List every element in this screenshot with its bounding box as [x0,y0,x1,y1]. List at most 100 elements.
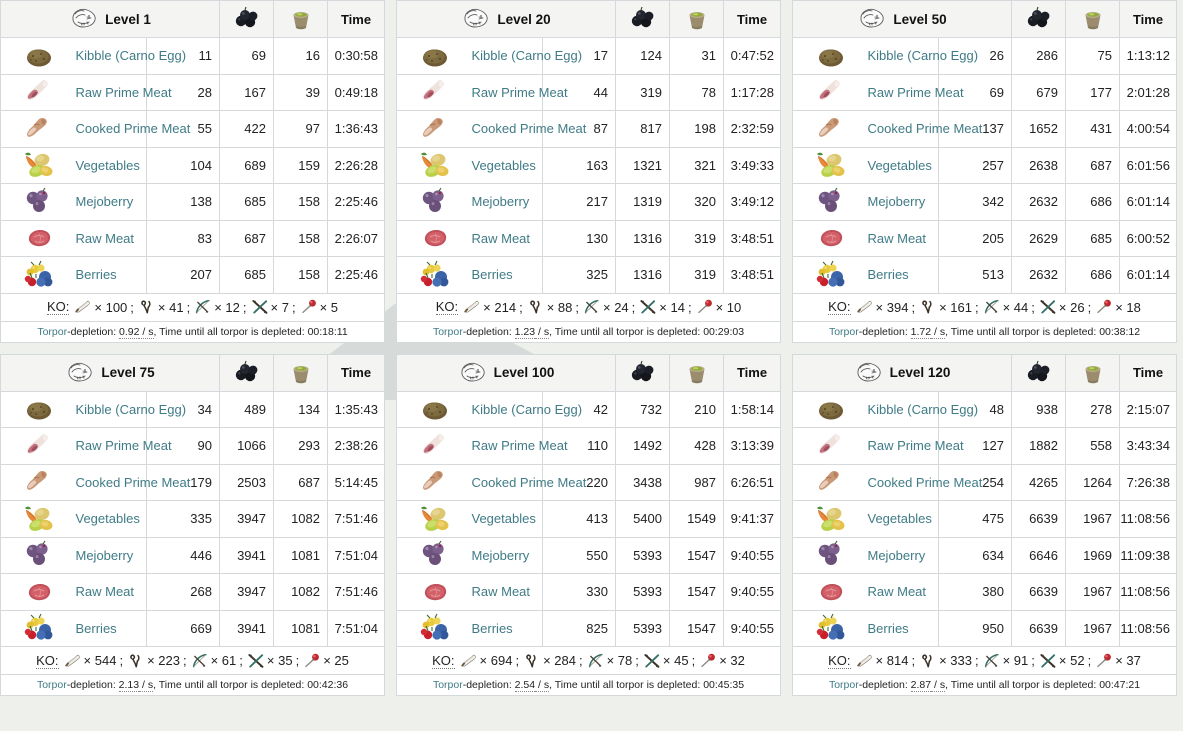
table-row: Mejoberry 550 5393 1547 9:40:55 [396,536,781,574]
torpor-rate-unit: / s [535,679,550,692]
food-name-link[interactable]: Mejoberry [469,183,543,221]
food-name-link[interactable]: Raw Prime Meat [469,73,568,111]
vegetables-icon [816,152,845,178]
food-name-link[interactable]: Mejoberry [73,536,147,574]
food-name-link[interactable]: Mejoberry [469,536,543,574]
table-row: Vegetables 257 2638 687 6:01:56 [792,146,1177,184]
torpor-depleted-label: , Time until all torpor is depleted: [549,325,704,338]
narcoberry-amount-cell: 2638 [1011,146,1066,184]
food-name-link[interactable]: Raw Meat [865,219,939,257]
cooked-prime-meat-icon [818,117,839,137]
food-icon-cell [0,146,74,184]
food-amount-cell: 825 [542,609,616,647]
ko-weapon-count: × 10 [715,299,742,315]
table-row: Raw Prime Meat 28 167 39 0:49:18 [0,73,385,111]
food-name-link[interactable]: Raw Meat [73,573,147,611]
food-name-link[interactable]: Mejoberry [865,183,939,221]
torpor-link[interactable]: Torpor [829,679,859,691]
narcotic-amount-cell: 97 [273,110,328,148]
food-name-link[interactable]: Kibble (Carno Egg) [469,37,582,75]
food-name-link[interactable]: Kibble (Carno Egg) [469,390,582,428]
food-name-link[interactable]: Berries [865,609,939,647]
torpor-row: Torpor-depletion: 1.23 / s, Time until a… [396,320,781,343]
narcoberry-amount-cell: 817 [615,110,670,148]
food-icon-cell [396,609,470,647]
food-name-link[interactable]: Vegetables [865,500,939,538]
food-name-link[interactable]: Raw Meat [469,573,543,611]
food-icon-cell [0,73,74,111]
food-name-link[interactable]: Raw Prime Meat [469,427,568,465]
ko-weapon-entry: × 88 [527,299,572,315]
food-name-link[interactable]: Kibble (Carno Egg) [865,390,978,428]
taming-time-cell: 2:38:26 [327,427,385,465]
ko-weapon-count: × 7 [270,299,289,315]
cooked-prime-meat-icon [26,117,47,137]
food-name-link[interactable]: Vegetables [73,146,147,184]
food-name-link[interactable]: Berries [73,256,147,294]
torpor-link[interactable]: Torpor [37,326,67,338]
food-name-link[interactable]: Berries [865,256,939,294]
narcotic-amount-cell: 319 [669,256,724,294]
taming-time-cell: 5:14:45 [327,463,385,501]
food-name-link[interactable]: Raw Meat [865,573,939,611]
food-name-link[interactable]: Cooked Prime Meat [469,463,586,501]
ko-separator: ; [1087,299,1092,315]
food-name-link[interactable]: Cooked Prime Meat [469,110,586,148]
torpor-row: Torpor-depletion: 1.72 / s, Time until a… [792,320,1177,343]
table-row: Raw Meat 205 2629 685 6:00:52 [792,219,1177,257]
food-name-link[interactable]: Raw Prime Meat [865,427,964,465]
table-row: Mejoberry 446 3941 1081 7:51:04 [0,536,385,574]
torpor-link[interactable]: Torpor [37,679,67,691]
torpor-depletion-label: -depletion: [67,325,120,338]
food-name-link[interactable]: Berries [469,256,543,294]
food-name-link[interactable]: Raw Prime Meat [73,73,172,111]
torpor-link[interactable]: Torpor [433,326,463,338]
cooked-prime-meat-icon [818,471,839,491]
raw-prime-meat-icon [422,80,444,101]
dino-head-icon [464,8,488,28]
torpor-link[interactable]: Torpor [433,679,463,691]
slingshot-icon [529,300,540,314]
food-name-link[interactable]: Vegetables [469,500,543,538]
narcoberry-amount-cell: 1492 [615,427,670,465]
food-name-link[interactable]: Kibble (Carno Egg) [73,37,186,75]
food-icon-cell [0,573,74,611]
food-name-link[interactable]: Cooked Prime Meat [73,463,190,501]
time-column-header: Time [723,353,781,392]
food-name-link[interactable]: Vegetables [469,146,543,184]
food-name-link[interactable]: Raw Meat [469,219,543,257]
narcoberry-amount-cell: 6646 [1011,536,1066,574]
level-header: Level 100 [396,353,616,392]
food-amount-cell: 325 [542,256,616,294]
food-icon-cell [792,219,866,257]
food-name-link[interactable]: Mejoberry [73,183,147,221]
food-name-link[interactable]: Vegetables [73,500,147,538]
torpor-depletion-label: -depletion: [462,325,515,338]
raw-meat-icon [28,583,50,600]
food-name-link[interactable]: Raw Prime Meat [73,427,172,465]
food-name-link[interactable]: Raw Meat [73,219,147,257]
slingshot-icon [526,653,536,667]
ko-row: KO: × 394; × 161; × 44; × 26; × 18 [792,292,1177,322]
taming-time-cell: 1:35:43 [327,390,385,428]
vegetables-icon [24,152,53,178]
food-name-link[interactable]: Berries [73,609,147,647]
food-name-link[interactable]: Mejoberry [865,536,939,574]
food-name-link[interactable]: Kibble (Carno Egg) [865,37,978,75]
food-name-link[interactable]: Cooked Prime Meat [865,110,982,148]
torpor-rate-unit: / s [139,325,154,339]
food-name-link[interactable]: Berries [469,609,543,647]
food-name-link[interactable]: Raw Prime Meat [865,73,964,111]
food-name-link[interactable]: Kibble (Carno Egg) [73,390,186,428]
narcotic-amount-cell: 1969 [1065,536,1120,574]
food-name-link[interactable]: Cooked Prime Meat [73,110,190,148]
food-name-link[interactable]: Cooked Prime Meat [865,463,982,501]
narcoberry-amount-cell: 1066 [219,427,274,465]
torpor-depleted-time: 00:45:35 [703,679,745,691]
food-name-link[interactable]: Vegetables [865,146,939,184]
level-label: Level 50 [893,11,947,27]
table-row: Vegetables 335 3947 1082 7:51:46 [0,500,385,538]
table-row: Mejoberry 342 2632 686 6:01:14 [792,183,1177,221]
torpor-link[interactable]: Torpor [829,326,859,338]
raw-prime-meat-icon [26,80,48,101]
